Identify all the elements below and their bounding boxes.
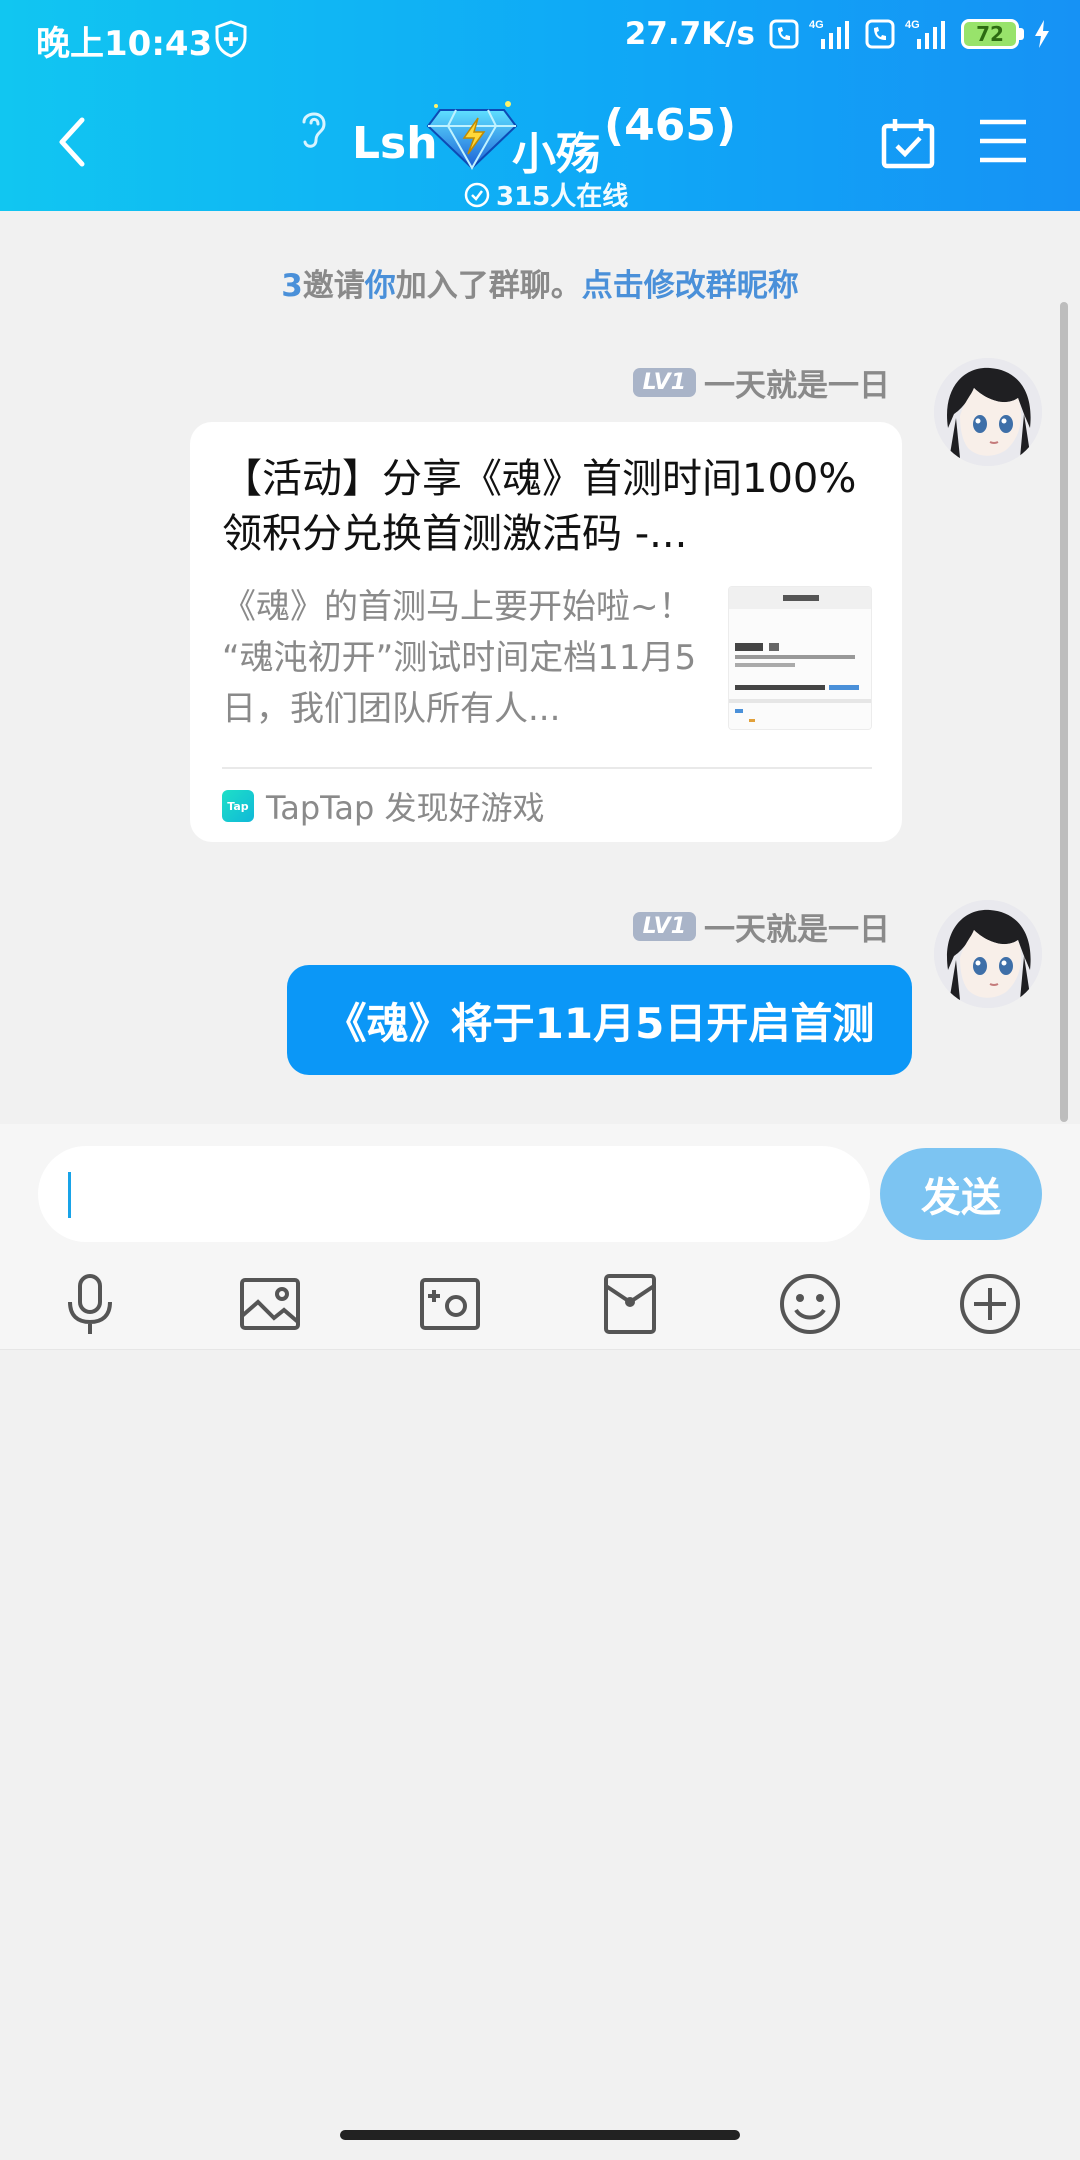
message-bubble[interactable]: 《魂》将于11月5日开启首测 bbox=[287, 965, 912, 1075]
ear-icon bbox=[302, 112, 326, 148]
microphone-icon bbox=[68, 1274, 112, 1334]
check-circle-icon bbox=[464, 182, 490, 207]
emoji-button[interactable] bbox=[778, 1272, 842, 1336]
card-source: Tap TapTap 发现好游戏 bbox=[222, 783, 545, 829]
system-verb: 邀请 bbox=[302, 268, 365, 304]
battery-level: 72 bbox=[961, 19, 1019, 49]
hd-call-icon-2 bbox=[865, 19, 895, 49]
sender-name-2[interactable]: 一天就是一日 bbox=[704, 904, 890, 949]
send-button[interactable]: 发送 bbox=[880, 1148, 1042, 1240]
invitee-link[interactable]: 你 bbox=[365, 268, 396, 304]
svg-text:4G: 4G bbox=[905, 19, 920, 31]
message-sender-2: LV1 一天就是一日 bbox=[632, 904, 890, 949]
image-button[interactable] bbox=[238, 1272, 302, 1336]
inviter-link[interactable]: 3 bbox=[281, 268, 303, 304]
image-icon bbox=[240, 1278, 300, 1330]
level-badge: LV1 bbox=[632, 368, 696, 397]
net-speed: 27.7K/s bbox=[624, 16, 755, 52]
thumbnail-image bbox=[729, 587, 871, 729]
card-thumbnail bbox=[728, 586, 872, 730]
charging-icon bbox=[1035, 20, 1049, 48]
scrollbar[interactable] bbox=[1060, 302, 1068, 1122]
avatar-2[interactable] bbox=[934, 900, 1042, 1008]
edit-nickname-link[interactable]: 点击修改群昵称 bbox=[582, 268, 799, 304]
red-packet-button[interactable] bbox=[598, 1272, 662, 1336]
message-input[interactable] bbox=[38, 1146, 870, 1242]
card-description: 《魂》的首测马上要开始啦~！ “魂沌初开”测试时间定档11月5日，我们团队所有人… bbox=[222, 587, 697, 729]
group-title-left: Lsh bbox=[352, 118, 438, 169]
card-source-label: TapTap 发现好游戏 bbox=[266, 789, 545, 827]
voice-button[interactable] bbox=[58, 1272, 122, 1336]
camera-button[interactable] bbox=[418, 1272, 482, 1336]
message-sender: LV1 一天就是一日 bbox=[632, 360, 890, 405]
camera-icon bbox=[420, 1278, 480, 1330]
level-badge-2: LV1 bbox=[632, 912, 696, 941]
home-indicator[interactable] bbox=[340, 2130, 740, 2140]
card-title: 【活动】分享《魂》首测时间100%领积分兑换首测激活码 -... bbox=[222, 456, 857, 557]
member-count: (465) bbox=[604, 100, 737, 151]
online-count: 315人在线 bbox=[496, 182, 629, 212]
plus-icon bbox=[960, 1274, 1020, 1334]
shield-icon bbox=[215, 20, 247, 58]
more-button[interactable] bbox=[958, 1272, 1022, 1336]
diamond-icon bbox=[426, 101, 518, 170]
system-message: 3邀请你加入了群聊。点击修改群昵称 bbox=[0, 260, 1080, 305]
svg-text:4G: 4G bbox=[809, 19, 824, 31]
text-caret bbox=[68, 1172, 71, 1218]
battery-indicator: 72 bbox=[961, 19, 1024, 49]
signal-icon: 4G bbox=[809, 19, 849, 49]
avatar[interactable] bbox=[934, 358, 1042, 466]
header: 晚上10:43 27.7K/s 4G 4G 72 Lsh 小殇 (465) 31… bbox=[0, 0, 1080, 213]
battery-cap bbox=[1019, 28, 1024, 40]
status-bar: 晚上10:43 27.7K/s 4G 4G 72 bbox=[0, 0, 1080, 76]
signal-icon-2: 4G bbox=[905, 19, 945, 49]
card-divider bbox=[222, 767, 872, 769]
group-title-right: 小殇 bbox=[512, 129, 600, 180]
system-rest: 加入了群聊。 bbox=[395, 268, 582, 304]
emoji-icon bbox=[780, 1274, 840, 1334]
hd-call-icon bbox=[769, 19, 799, 49]
sender-name[interactable]: 一天就是一日 bbox=[704, 360, 890, 405]
avatar-image-2 bbox=[934, 900, 1042, 1008]
back-icon[interactable] bbox=[52, 114, 92, 170]
online-status: 315人在线 bbox=[464, 176, 628, 213]
menu-icon[interactable] bbox=[978, 118, 1028, 164]
link-card[interactable]: 【活动】分享《魂》首测时间100%领积分兑换首测激活码 -... 《魂》的首测马… bbox=[190, 422, 902, 842]
input-panel: 发送 bbox=[0, 1124, 1080, 1350]
calendar-check-icon[interactable] bbox=[880, 116, 936, 170]
red-packet-icon bbox=[604, 1274, 656, 1334]
status-right: 27.7K/s 4G 4G 72 bbox=[625, 16, 1050, 52]
taptap-logo-icon: Tap bbox=[222, 790, 254, 822]
avatar-image bbox=[934, 358, 1042, 466]
status-time: 晚上10:43 bbox=[36, 24, 213, 64]
